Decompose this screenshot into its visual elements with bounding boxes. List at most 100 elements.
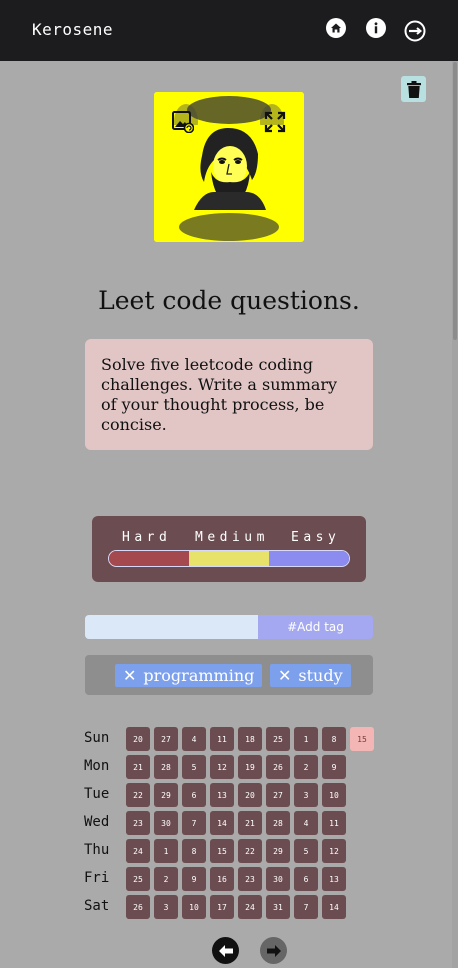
calendar-day-cell[interactable]: 3 — [154, 895, 178, 919]
calendar-day-cell[interactable]: 30 — [266, 867, 290, 891]
day-label: Sat — [84, 898, 110, 914]
tag-label: programming — [143, 666, 255, 685]
calendar-day-cell[interactable]: 27 — [154, 727, 178, 751]
calendar-day-cell[interactable]: 26 — [126, 895, 150, 919]
tag-chip-programming[interactable]: ✕ programming — [115, 664, 263, 687]
calendar-day-cell[interactable]: 1 — [294, 727, 318, 751]
calendar-day-cell[interactable]: 29 — [154, 783, 178, 807]
tag-chip-study[interactable]: ✕ study — [270, 664, 351, 687]
calendar-day-cell[interactable]: 11 — [322, 811, 346, 835]
previous-button[interactable] — [212, 937, 239, 964]
logout-icon[interactable] — [404, 20, 426, 42]
expand-image-icon[interactable] — [264, 111, 286, 133]
calendar-day-cell[interactable]: 28 — [154, 755, 178, 779]
calendar-day-cell[interactable]: 22 — [238, 839, 262, 863]
trash-icon — [406, 80, 421, 98]
calendar-row-fri: Fri 25 2 9 16 23 30 6 13 — [84, 865, 384, 891]
difficulty-medium-segment[interactable] — [189, 551, 269, 566]
calendar-day-cell[interactable]: 17 — [210, 895, 234, 919]
arrow-left-icon — [218, 944, 233, 957]
calendar-day-cell[interactable]: 31 — [266, 895, 290, 919]
calendar-day-cell[interactable]: 19 — [238, 755, 262, 779]
difficulty-panel: Hard Medium Easy — [92, 516, 366, 582]
calendar-day-cell[interactable]: 6 — [294, 867, 318, 891]
difficulty-bar — [108, 550, 350, 567]
calendar-day-cell[interactable]: 29 — [266, 839, 290, 863]
calendar-day-cell[interactable]: 8 — [322, 727, 346, 751]
task-image — [154, 92, 304, 242]
calendar-day-today[interactable]: 15 — [350, 727, 374, 751]
calendar-day-cell[interactable]: 23 — [126, 811, 150, 835]
remove-tag-icon[interactable]: ✕ — [278, 666, 291, 685]
difficulty-label-hard[interactable]: Hard — [122, 530, 171, 545]
top-bar: Kerosene — [0, 0, 458, 61]
calendar-day-cell[interactable]: 14 — [322, 895, 346, 919]
calendar-day-cell[interactable]: 12 — [210, 755, 234, 779]
change-image-icon[interactable] — [172, 111, 195, 134]
calendar-day-cell[interactable]: 10 — [322, 783, 346, 807]
calendar-day-cell[interactable]: 7 — [182, 811, 206, 835]
difficulty-hard-segment[interactable] — [109, 551, 189, 566]
calendar-day-cell[interactable]: 21 — [238, 811, 262, 835]
calendar-day-cell[interactable]: 18 — [238, 727, 262, 751]
calendar-day-cell[interactable]: 7 — [294, 895, 318, 919]
calendar-day-cell[interactable]: 14 — [210, 811, 234, 835]
calendar-day-cell[interactable]: 21 — [126, 755, 150, 779]
app-title: Kerosene — [32, 20, 114, 39]
day-label: Sun — [84, 730, 110, 746]
calendar-day-cell[interactable]: 23 — [238, 867, 262, 891]
calendar-day-cell[interactable]: 22 — [126, 783, 150, 807]
calendar-day-cell[interactable]: 13 — [210, 783, 234, 807]
calendar-day-cell[interactable]: 27 — [266, 783, 290, 807]
difficulty-label-medium[interactable]: Medium — [195, 530, 269, 545]
calendar-day-cell[interactable]: 15 — [210, 839, 234, 863]
calendar-day-cell[interactable]: 2 — [154, 867, 178, 891]
tag-input[interactable] — [85, 615, 258, 639]
calendar-day-cell[interactable]: 25 — [266, 727, 290, 751]
calendar-day-cell[interactable]: 4 — [182, 727, 206, 751]
calendar-day-cell[interactable]: 20 — [238, 783, 262, 807]
day-label: Mon — [84, 758, 110, 774]
calendar-day-cell[interactable]: 2 — [294, 755, 318, 779]
calendar-row-sun: Sun 20 27 4 11 18 25 1 8 15 — [84, 725, 384, 751]
calendar-row-tue: Tue 22 29 6 13 20 27 3 10 — [84, 781, 384, 807]
calendar-day-cell[interactable]: 16 — [210, 867, 234, 891]
info-icon[interactable] — [365, 17, 387, 39]
day-label: Fri — [84, 870, 110, 886]
calendar-day-cell[interactable]: 9 — [182, 867, 206, 891]
tag-list: ✕ programming ✕ study — [85, 655, 373, 695]
calendar-day-cell[interactable]: 20 — [126, 727, 150, 751]
calendar-day-cell[interactable]: 11 — [210, 727, 234, 751]
delete-task-button[interactable] — [401, 76, 426, 102]
home-icon[interactable] — [325, 17, 347, 39]
day-label: Thu — [84, 842, 110, 858]
calendar-day-cell[interactable]: 26 — [266, 755, 290, 779]
calendar-day-cell[interactable]: 6 — [182, 783, 206, 807]
difficulty-label-easy[interactable]: Easy — [291, 530, 340, 545]
arrow-right-icon — [266, 944, 281, 957]
calendar-day-cell[interactable]: 24 — [238, 895, 262, 919]
calendar-day-cell[interactable]: 5 — [182, 755, 206, 779]
calendar-day-cell[interactable]: 9 — [322, 755, 346, 779]
calendar-day-cell[interactable]: 4 — [294, 811, 318, 835]
remove-tag-icon[interactable]: ✕ — [123, 666, 136, 685]
calendar-day-cell[interactable]: 30 — [154, 811, 178, 835]
calendar-day-cell[interactable]: 25 — [126, 867, 150, 891]
day-label: Wed — [84, 814, 110, 830]
calendar-day-cell[interactable]: 3 — [294, 783, 318, 807]
task-description[interactable]: Solve five leetcode coding challenges. W… — [85, 339, 373, 450]
calendar-day-cell[interactable]: 24 — [126, 839, 150, 863]
difficulty-easy-segment[interactable] — [269, 551, 349, 566]
add-tag-button[interactable]: #Add tag — [258, 615, 373, 639]
day-label: Tue — [84, 786, 110, 802]
calendar-day-cell[interactable]: 8 — [182, 839, 206, 863]
calendar-day-cell[interactable]: 10 — [182, 895, 206, 919]
task-description-text: Solve five leetcode coding challenges. W… — [101, 355, 338, 434]
calendar-day-cell[interactable]: 12 — [322, 839, 346, 863]
calendar-day-cell[interactable]: 5 — [294, 839, 318, 863]
calendar-row-mon: Mon 21 28 5 12 19 26 2 9 — [84, 753, 384, 779]
calendar-day-cell[interactable]: 28 — [266, 811, 290, 835]
next-button[interactable] — [260, 937, 287, 964]
calendar-day-cell[interactable]: 13 — [322, 867, 346, 891]
calendar-day-cell[interactable]: 1 — [154, 839, 178, 863]
